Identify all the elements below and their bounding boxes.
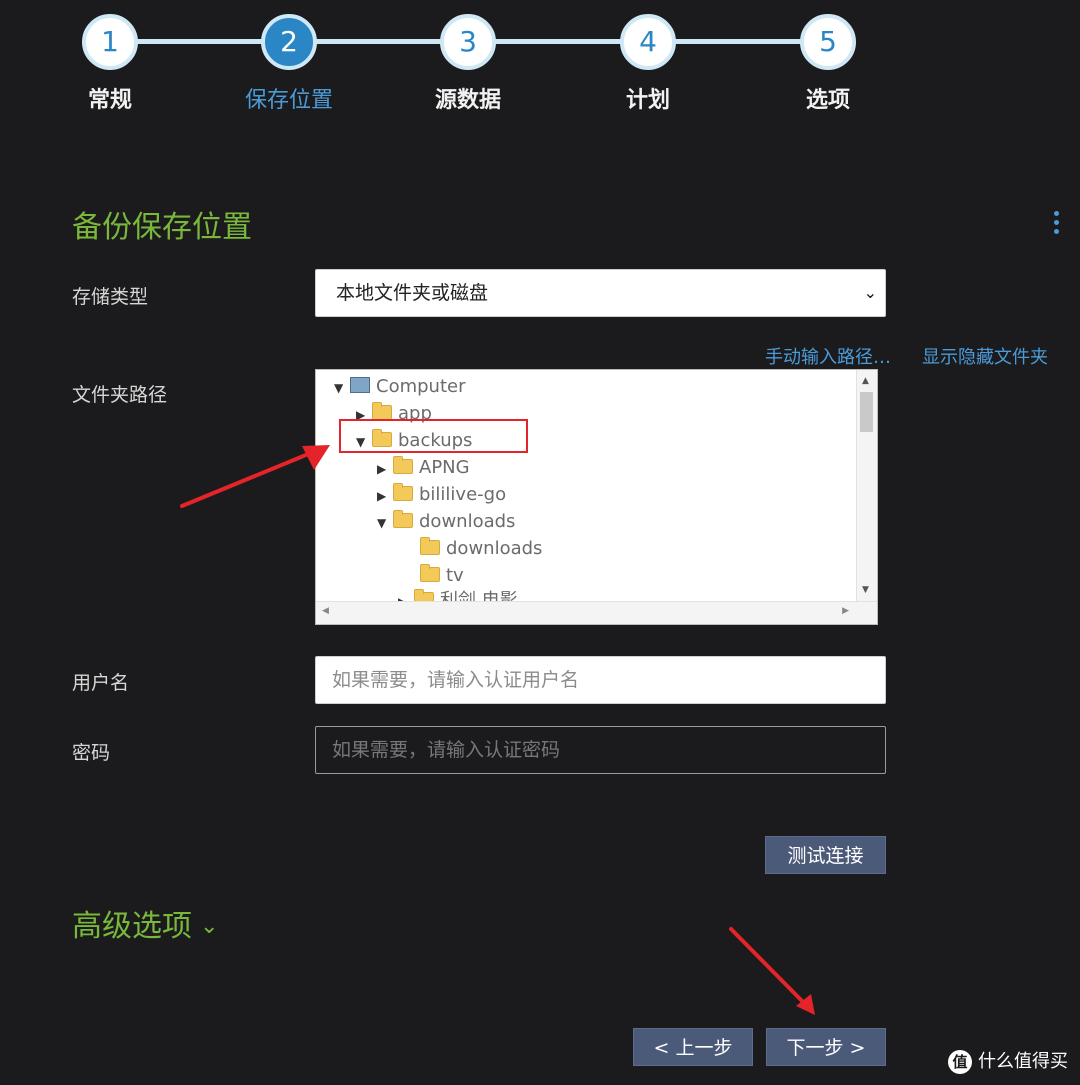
arrow-to-next: [729, 927, 808, 1007]
advanced-options-toggle[interactable]: 高级选项 ⌄: [72, 901, 218, 945]
prev-step-button[interactable]: < 上一步: [633, 1028, 753, 1066]
advanced-options-label: 高级选项: [72, 909, 192, 944]
arrow-to-backups: [180, 448, 320, 508]
arrow-head-backups: [302, 445, 330, 470]
watermark-text: 什么值得买: [978, 1051, 1068, 1072]
next-step-button[interactable]: 下一步 >: [766, 1028, 886, 1066]
watermark-logo-icon: 值: [948, 1050, 972, 1074]
password-input[interactable]: 如果需要，请输入认证密码: [315, 726, 886, 774]
username-label: 用户名: [72, 672, 130, 694]
chevron-down-icon: ⌄: [200, 914, 219, 939]
test-connection-button[interactable]: 测试连接: [765, 836, 886, 874]
password-label: 密码: [72, 742, 111, 764]
username-input[interactable]: 如果需要，请输入认证用户名: [315, 656, 886, 704]
watermark: 值什么值得买: [948, 1047, 1068, 1074]
